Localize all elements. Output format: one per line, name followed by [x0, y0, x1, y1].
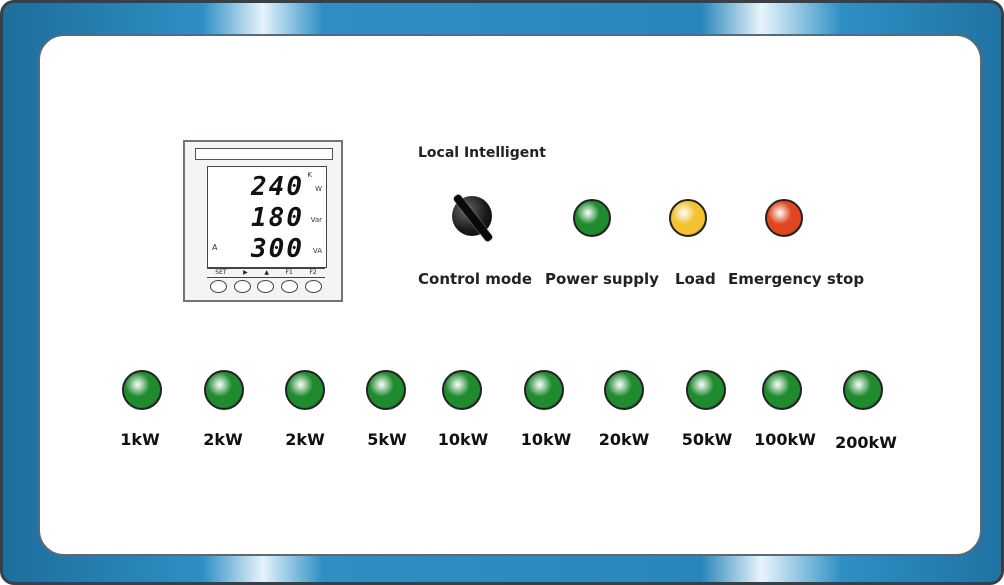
step-lamp-10kw-b	[524, 370, 564, 410]
step-label-20kw: 20kW	[598, 430, 650, 449]
meter-key-f1: F1	[285, 269, 293, 276]
step-label-200kw: 200kW	[835, 433, 897, 452]
control-panel	[38, 34, 982, 556]
step-lamp-10kw-a	[442, 370, 482, 410]
step-lamp-2kw-a	[204, 370, 244, 410]
meter-right-button[interactable]	[233, 280, 251, 293]
step-label-2kw-a: 2kW	[203, 430, 243, 449]
step-label-2kw-b: 2kW	[285, 430, 325, 449]
meter-buttons	[207, 280, 325, 294]
meter-row-power: 240 K W	[208, 171, 326, 202]
meter-up-button[interactable]	[257, 280, 275, 293]
step-label-1kw: 1kW	[120, 430, 160, 449]
meter-phase: A	[212, 243, 218, 252]
meter-key-right: ▶	[243, 269, 248, 276]
step-lamp-1kw	[122, 370, 162, 410]
meter-f1-button[interactable]	[281, 280, 299, 293]
load-label: Load	[675, 270, 716, 288]
control-mode-caption: Local Intelligent	[418, 145, 546, 161]
meter-display: 240 K W 180 Var A 300 VA	[207, 166, 327, 268]
step-label-100kw: 100kW	[754, 430, 816, 449]
meter-top-strip	[195, 148, 333, 160]
load-lamp	[669, 199, 707, 237]
meter-key-f2: F2	[309, 269, 317, 276]
step-lamp-50kw	[686, 370, 726, 410]
meter-key-set: SET	[215, 269, 227, 276]
power-supply-lamp	[573, 199, 611, 237]
emergency-stop-label: Emergency stop	[728, 270, 865, 288]
step-lamp-200kw	[843, 370, 883, 410]
meter-reading-power: 240	[251, 172, 304, 202]
meter-key-up: ▲	[264, 269, 269, 276]
step-lamp-100kw	[762, 370, 802, 410]
step-label-5kw: 5kW	[367, 430, 407, 449]
meter-reading-var: 180	[251, 203, 304, 233]
emergency-stop-button[interactable]	[765, 199, 803, 237]
meter-unit-w: W	[315, 185, 322, 193]
meter-key-legend: SET ▶ ▲ F1 F2	[207, 268, 325, 278]
step-lamp-2kw-b	[285, 370, 325, 410]
step-label-50kw: 50kW	[681, 430, 733, 449]
meter-prefix: K	[307, 171, 312, 179]
step-label-10kw-b: 10kW	[520, 430, 572, 449]
step-lamp-20kw	[604, 370, 644, 410]
power-meter: 240 K W 180 Var A 300 VA SET ▶ ▲ F1 F2	[183, 140, 343, 302]
meter-row-var: 180 Var	[208, 204, 326, 232]
step-label-10kw-a: 10kW	[437, 430, 489, 449]
meter-set-button[interactable]	[210, 280, 228, 293]
meter-reading-va: 300	[251, 234, 304, 264]
meter-unit-va: VA	[312, 247, 322, 255]
power-supply-label: Power supply	[545, 270, 659, 288]
step-lamp-5kw	[366, 370, 406, 410]
meter-f2-button[interactable]	[304, 280, 322, 293]
meter-row-va: A 300 VA	[208, 235, 326, 263]
control-mode-switch[interactable]	[452, 193, 494, 243]
meter-unit-var: Var	[310, 216, 322, 224]
control-mode-label: Control mode	[418, 270, 533, 288]
